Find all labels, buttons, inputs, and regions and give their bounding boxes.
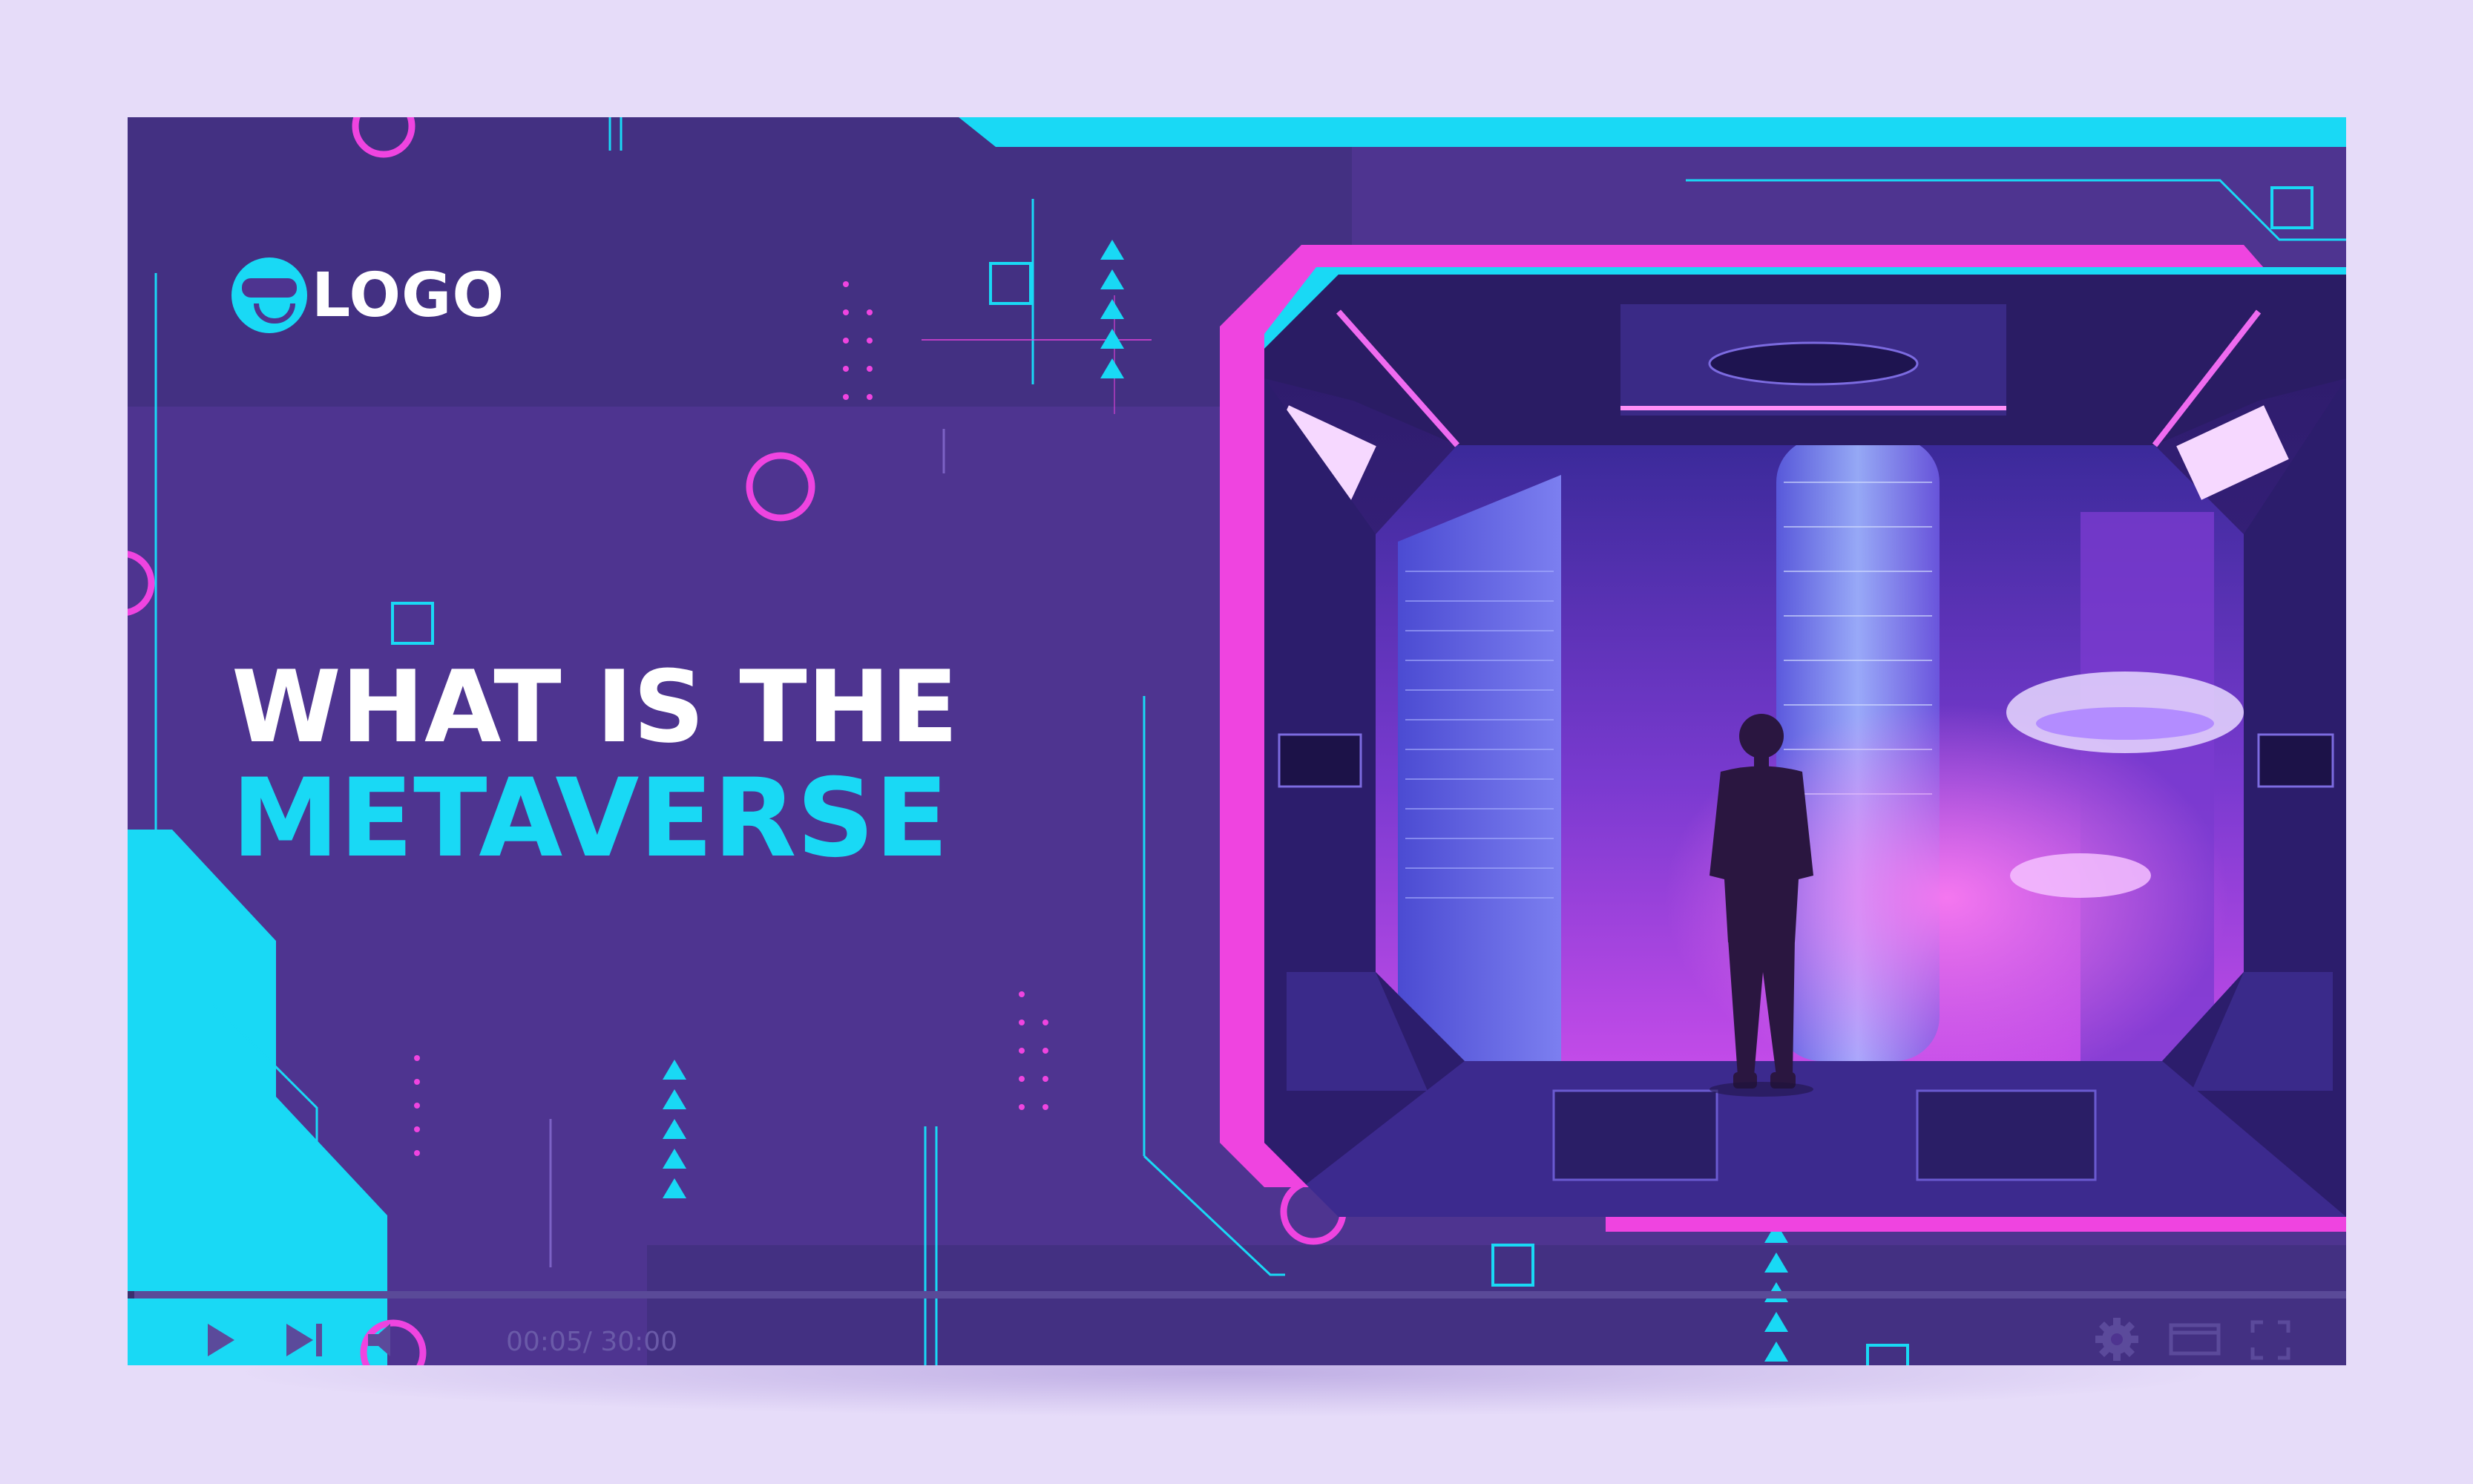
vr-face-icon	[231, 257, 307, 333]
fullscreen-icon[interactable]	[2250, 1319, 2291, 1361]
progress-bar[interactable]	[128, 1291, 2346, 1298]
metaverse-scene-illustration	[1220, 245, 2346, 1232]
skip-next-icon[interactable]	[283, 1321, 328, 1359]
total-time: / 30:00	[582, 1327, 678, 1357]
headline-line-1: WHAT IS THE	[231, 649, 959, 765]
video-headline: WHAT IS THE METAVERSE	[231, 651, 958, 874]
current-time: 00:05	[506, 1327, 583, 1357]
channel-logo[interactable]: LOGO	[231, 255, 505, 336]
logo-text: LOGO	[312, 260, 505, 331]
video-thumbnail-card: LOGO WHAT IS THE METAVERSE 00:05/ 30:00	[128, 117, 2346, 1365]
playback-time: 00:05/ 30:00	[506, 1327, 677, 1357]
settings-icon[interactable]	[2094, 1316, 2140, 1362]
video-player-controls: 00:05/ 30:00	[128, 1291, 2346, 1365]
progress-fill	[128, 1291, 134, 1298]
volume-icon[interactable]	[365, 1321, 410, 1359]
play-icon[interactable]	[200, 1321, 239, 1359]
headline-line-2: METAVERSE	[231, 755, 949, 881]
theater-mode-icon[interactable]	[2168, 1321, 2221, 1358]
